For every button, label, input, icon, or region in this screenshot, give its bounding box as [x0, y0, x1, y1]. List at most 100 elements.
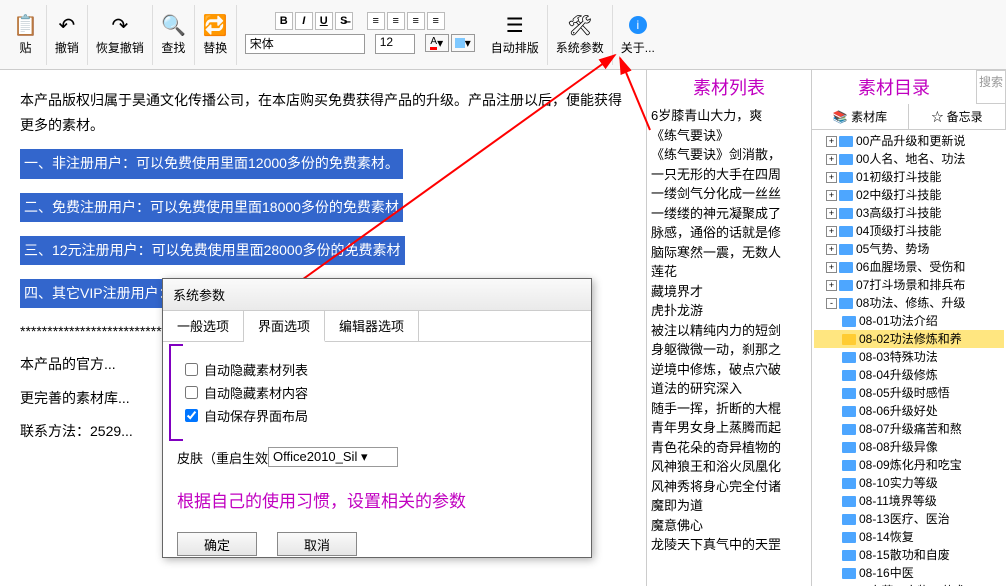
- skin-select[interactable]: Office2010_Sil ▾: [268, 447, 398, 467]
- material-tree-title: 素材目录: [812, 70, 976, 104]
- tree-item[interactable]: +03高级打斗技能: [814, 204, 1004, 222]
- about-button[interactable]: i 关于...: [613, 5, 663, 65]
- undo-icon: ↶: [59, 13, 76, 37]
- redo-icon: ↷: [112, 13, 129, 37]
- replace-button[interactable]: 🔁 替换: [195, 5, 237, 65]
- editor-paragraph: 本产品版权归属于昊通文化传播公司，在本店购买免费获得产品的升级。产品注册以后，便…: [20, 88, 626, 138]
- tree-item[interactable]: 08-15散功和自废: [814, 546, 1004, 564]
- size-select[interactable]: 12: [375, 34, 415, 54]
- align-justify-button[interactable]: ≡: [427, 12, 445, 30]
- tree-item[interactable]: 08-10实力等级: [814, 474, 1004, 492]
- material-list-item[interactable]: 《练气要诀》: [651, 126, 807, 146]
- tree-item[interactable]: +01初级打斗技能: [814, 168, 1004, 186]
- italic-button[interactable]: I: [295, 12, 313, 30]
- tree-item[interactable]: 08-11境界等级: [814, 492, 1004, 510]
- tree-item[interactable]: 08-13医疗、医治: [814, 510, 1004, 528]
- checkbox-hide-list[interactable]: 自动隐藏素材列表: [185, 360, 577, 379]
- tree-item[interactable]: +09宝藏、宝物、艺术: [814, 582, 1004, 586]
- material-list-item[interactable]: 青年男女身上蒸腾而起: [651, 418, 807, 438]
- checkbox-hide-content[interactable]: 自动隐藏素材内容: [185, 383, 577, 402]
- tree-item[interactable]: 08-05升级时感悟: [814, 384, 1004, 402]
- material-list-item[interactable]: 身躯微微一动，刹那之: [651, 340, 807, 360]
- tree-item[interactable]: +05气势、势场: [814, 240, 1004, 258]
- cancel-button[interactable]: 取消: [277, 532, 357, 556]
- material-list-item[interactable]: 青色花朵的奇异植物的: [651, 438, 807, 458]
- bold-button[interactable]: B: [275, 12, 293, 30]
- paste-button[interactable]: 📋 贴: [5, 5, 47, 65]
- underline-button[interactable]: U: [315, 12, 333, 30]
- tree-item[interactable]: 08-14恢复: [814, 528, 1004, 546]
- tree-item[interactable]: +02中级打斗技能: [814, 186, 1004, 204]
- tree-item[interactable]: 08-08升级异像: [814, 438, 1004, 456]
- material-list-item[interactable]: 脑际寒然一震，无数人: [651, 243, 807, 263]
- system-params-dialog: 系统参数 一般选项 界面选项 编辑器选项 自动隐藏素材列表 自动隐藏素材内容 自…: [162, 278, 592, 558]
- tree-item[interactable]: 08-02功法修炼和养: [814, 330, 1004, 348]
- sysparam-label: 系统参数: [556, 39, 604, 56]
- material-list-item[interactable]: 随手一挥，折断的大棍: [651, 399, 807, 419]
- about-label: 关于...: [621, 39, 655, 56]
- align-left-button[interactable]: ≡: [367, 12, 385, 30]
- autolayout-button[interactable]: ☰ 自动排版: [483, 5, 548, 65]
- material-list-item[interactable]: 6岁膝青山大力，爽: [651, 106, 807, 126]
- material-list-item[interactable]: 风神秀将身心完全付诸: [651, 477, 807, 497]
- tree-item[interactable]: 08-01功法介绍: [814, 312, 1004, 330]
- material-list-item[interactable]: 虎扑龙游: [651, 301, 807, 321]
- ok-button[interactable]: 确定: [177, 532, 257, 556]
- tree-item[interactable]: 08-03特殊功法: [814, 348, 1004, 366]
- material-list-item[interactable]: 魔意佛心: [651, 516, 807, 536]
- align-center-button[interactable]: ≡: [387, 12, 405, 30]
- tab-material-lib[interactable]: 📚 素材库: [812, 104, 909, 129]
- undo-button[interactable]: ↶ 撤销: [47, 5, 88, 65]
- checkbox-save-layout[interactable]: 自动保存界面布局: [185, 406, 577, 425]
- search-input[interactable]: 搜索: [976, 70, 1006, 104]
- material-tree-panel: 素材目录 搜索 📚 素材库 ☆ 备忘录 +00产品升级和更新说+00人名、地名、…: [811, 70, 1006, 586]
- material-list[interactable]: 6岁膝青山大力，爽《练气要诀》《练气要诀》剑消散，一只无形的大手在四周一缕剑气分…: [647, 104, 811, 586]
- highlight-color-button[interactable]: ▾: [451, 34, 475, 52]
- material-list-item[interactable]: 魔即为道: [651, 496, 807, 516]
- tab-general[interactable]: 一般选项: [163, 311, 244, 341]
- material-list-item[interactable]: 藏境界才: [651, 282, 807, 302]
- material-list-item[interactable]: 风神狼王和浴火凤凰化: [651, 457, 807, 477]
- material-list-item[interactable]: 龙陵天下真气中的天罡: [651, 535, 807, 555]
- material-list-item[interactable]: 道法的研究深入: [651, 379, 807, 399]
- find-button[interactable]: 🔍 查找: [153, 5, 195, 65]
- material-list-item[interactable]: 逆境中修炼，破点穴破: [651, 360, 807, 380]
- skin-label: 皮肤（重启生效: [177, 448, 268, 467]
- font-select[interactable]: 宋体: [245, 34, 365, 54]
- tree-item[interactable]: +06血腥场景、受伤和: [814, 258, 1004, 276]
- editor-highlight: 二、免费注册用户：可以免费使用里面18000多份的免费素材: [20, 193, 403, 222]
- sysparam-button[interactable]: 🛠 系统参数: [548, 5, 613, 65]
- material-list-item[interactable]: 一缕剑气分化成一丝丝: [651, 184, 807, 204]
- tree-item[interactable]: 08-04升级修炼: [814, 366, 1004, 384]
- material-list-title: 素材列表: [647, 70, 811, 104]
- material-list-item[interactable]: 《练气要诀》剑消散，: [651, 145, 807, 165]
- tree-item[interactable]: 08-09炼化丹和吃宝: [814, 456, 1004, 474]
- redo-button[interactable]: ↷ 恢复撤销: [88, 5, 153, 65]
- tab-ui[interactable]: 界面选项: [244, 311, 325, 342]
- tab-memo[interactable]: ☆ 备忘录: [909, 104, 1006, 129]
- format-group: B I U S̶ ≡ ≡ ≡ ≡ 宋体 12 A▾ ▾: [237, 5, 483, 65]
- tree-item[interactable]: 08-06升级好处: [814, 402, 1004, 420]
- autolayout-label: 自动排版: [491, 39, 539, 56]
- paste-label: 贴: [19, 39, 31, 56]
- material-list-item[interactable]: 一缕缕的神元凝聚成了: [651, 204, 807, 224]
- tree-item[interactable]: -08功法、修练、升级: [814, 294, 1004, 312]
- tree-item[interactable]: +04顶级打斗技能: [814, 222, 1004, 240]
- font-color-button[interactable]: A▾: [425, 34, 449, 52]
- editor-highlight: 一、非注册用户：可以免费使用里面12000多份的免费素材。: [20, 149, 403, 178]
- material-list-item[interactable]: 莲花: [651, 262, 807, 282]
- redo-label: 恢复撤销: [96, 39, 144, 56]
- tree-item[interactable]: +00人名、地名、功法: [814, 150, 1004, 168]
- material-list-item[interactable]: 脉感，通俗的话就是修: [651, 223, 807, 243]
- material-list-item[interactable]: 被注以精纯内力的短剑: [651, 321, 807, 341]
- material-list-item[interactable]: 一只无形的大手在四周: [651, 165, 807, 185]
- material-tree[interactable]: +00产品升级和更新说+00人名、地名、功法+01初级打斗技能+02中级打斗技能…: [812, 130, 1006, 586]
- tree-item[interactable]: 08-07升级痛苦和熬: [814, 420, 1004, 438]
- dialog-title: 系统参数: [163, 279, 591, 311]
- tree-item[interactable]: +00产品升级和更新说: [814, 132, 1004, 150]
- tab-editor[interactable]: 编辑器选项: [325, 311, 419, 341]
- strike-button[interactable]: S̶: [335, 12, 353, 30]
- align-right-button[interactable]: ≡: [407, 12, 425, 30]
- tree-item[interactable]: +07打斗场景和排兵布: [814, 276, 1004, 294]
- tree-item[interactable]: 08-16中医: [814, 564, 1004, 582]
